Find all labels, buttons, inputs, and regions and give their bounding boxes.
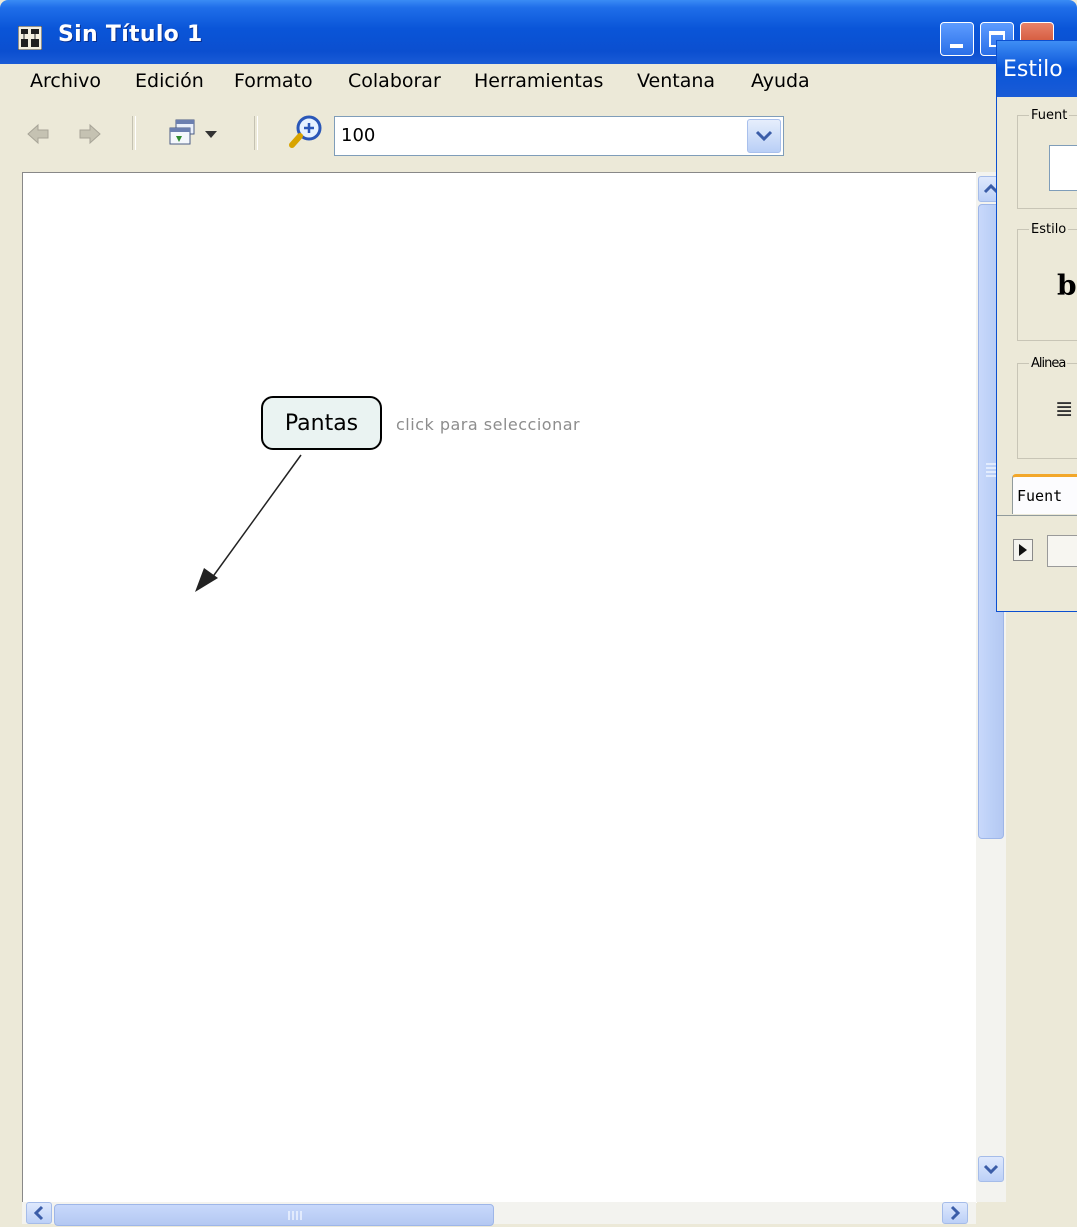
back-arrow-icon[interactable] bbox=[26, 122, 50, 146]
tab-fuente[interactable]: Fuent bbox=[1012, 474, 1077, 514]
menu-edicion[interactable]: Edición bbox=[135, 70, 204, 92]
menu-formato[interactable]: Formato bbox=[234, 70, 313, 92]
concept-label: Pantas bbox=[284, 410, 359, 436]
zoom-icon[interactable] bbox=[288, 114, 326, 150]
zoom-dropdown-button[interactable] bbox=[747, 119, 781, 153]
menu-archivo[interactable]: Archivo bbox=[30, 70, 101, 92]
menu-ventana[interactable]: Ventana bbox=[637, 70, 715, 92]
tab-strip-line bbox=[997, 515, 1077, 516]
align-left-icon[interactable]: ≣ bbox=[1055, 397, 1073, 422]
toolbar-separator bbox=[254, 116, 258, 150]
horizontal-scrollbar[interactable] bbox=[22, 1202, 976, 1226]
concept-node[interactable]: Pantas bbox=[261, 396, 382, 450]
chevron-down-icon bbox=[983, 1164, 999, 1175]
chevron-down-icon bbox=[755, 130, 773, 142]
grip-icon bbox=[288, 1211, 302, 1220]
font-group-label: Fuent bbox=[1029, 108, 1070, 123]
styles-panel-title: Estilo bbox=[1003, 57, 1063, 82]
zoom-value: 100 bbox=[341, 125, 376, 146]
font-name-field[interactable] bbox=[1049, 145, 1077, 191]
tab-fuente-label: Fuent bbox=[1017, 487, 1063, 505]
select-hint: click para seleccionar bbox=[396, 415, 581, 434]
expand-button[interactable] bbox=[1013, 539, 1033, 561]
alignment-group-label: Alinea bbox=[1029, 356, 1068, 371]
chevron-left-icon bbox=[33, 1205, 44, 1221]
cmap-app-icon bbox=[18, 26, 42, 50]
menu-ayuda[interactable]: Ayuda bbox=[751, 70, 810, 92]
scroll-left-button[interactable] bbox=[26, 1202, 52, 1224]
play-triangle-icon bbox=[1019, 544, 1027, 556]
forward-arrow-icon[interactable] bbox=[78, 122, 102, 146]
horizontal-scroll-thumb[interactable] bbox=[54, 1204, 494, 1226]
menu-colaborar[interactable]: Colaborar bbox=[348, 70, 441, 92]
chevron-right-icon bbox=[950, 1205, 961, 1221]
chevron-down-icon[interactable] bbox=[204, 130, 218, 140]
link-arrow[interactable] bbox=[23, 173, 977, 1203]
menu-herramientas[interactable]: Herramientas bbox=[474, 70, 603, 92]
minimize-button[interactable] bbox=[940, 22, 974, 56]
panel-bottom-field[interactable] bbox=[1047, 535, 1077, 567]
scroll-down-button[interactable] bbox=[978, 1156, 1004, 1182]
menu-bar: Archivo Edición Formato Colaborar Herram… bbox=[8, 64, 1008, 100]
toolbar-separator bbox=[132, 116, 136, 150]
title-bar[interactable]: Sin Título 1 bbox=[0, 0, 1077, 64]
view-windows-icon[interactable] bbox=[168, 118, 202, 148]
styles-panel[interactable]: Estilo Fuent Estilo b Alinea ≣ bbox=[996, 40, 1077, 612]
concept-map-canvas[interactable] bbox=[22, 172, 977, 1203]
window-title: Sin Título 1 bbox=[58, 22, 203, 47]
scroll-right-button[interactable] bbox=[942, 1202, 968, 1224]
zoom-combo[interactable]: 100 bbox=[334, 116, 784, 156]
styles-panel-title-bar[interactable]: Estilo bbox=[997, 41, 1077, 97]
bold-button[interactable]: b bbox=[1057, 269, 1077, 302]
style-group-label: Estilo bbox=[1029, 222, 1069, 237]
minimize-icon bbox=[950, 44, 963, 48]
main-window: Sin Título 1 Archivo Edición Formato Col… bbox=[0, 0, 1077, 1226]
